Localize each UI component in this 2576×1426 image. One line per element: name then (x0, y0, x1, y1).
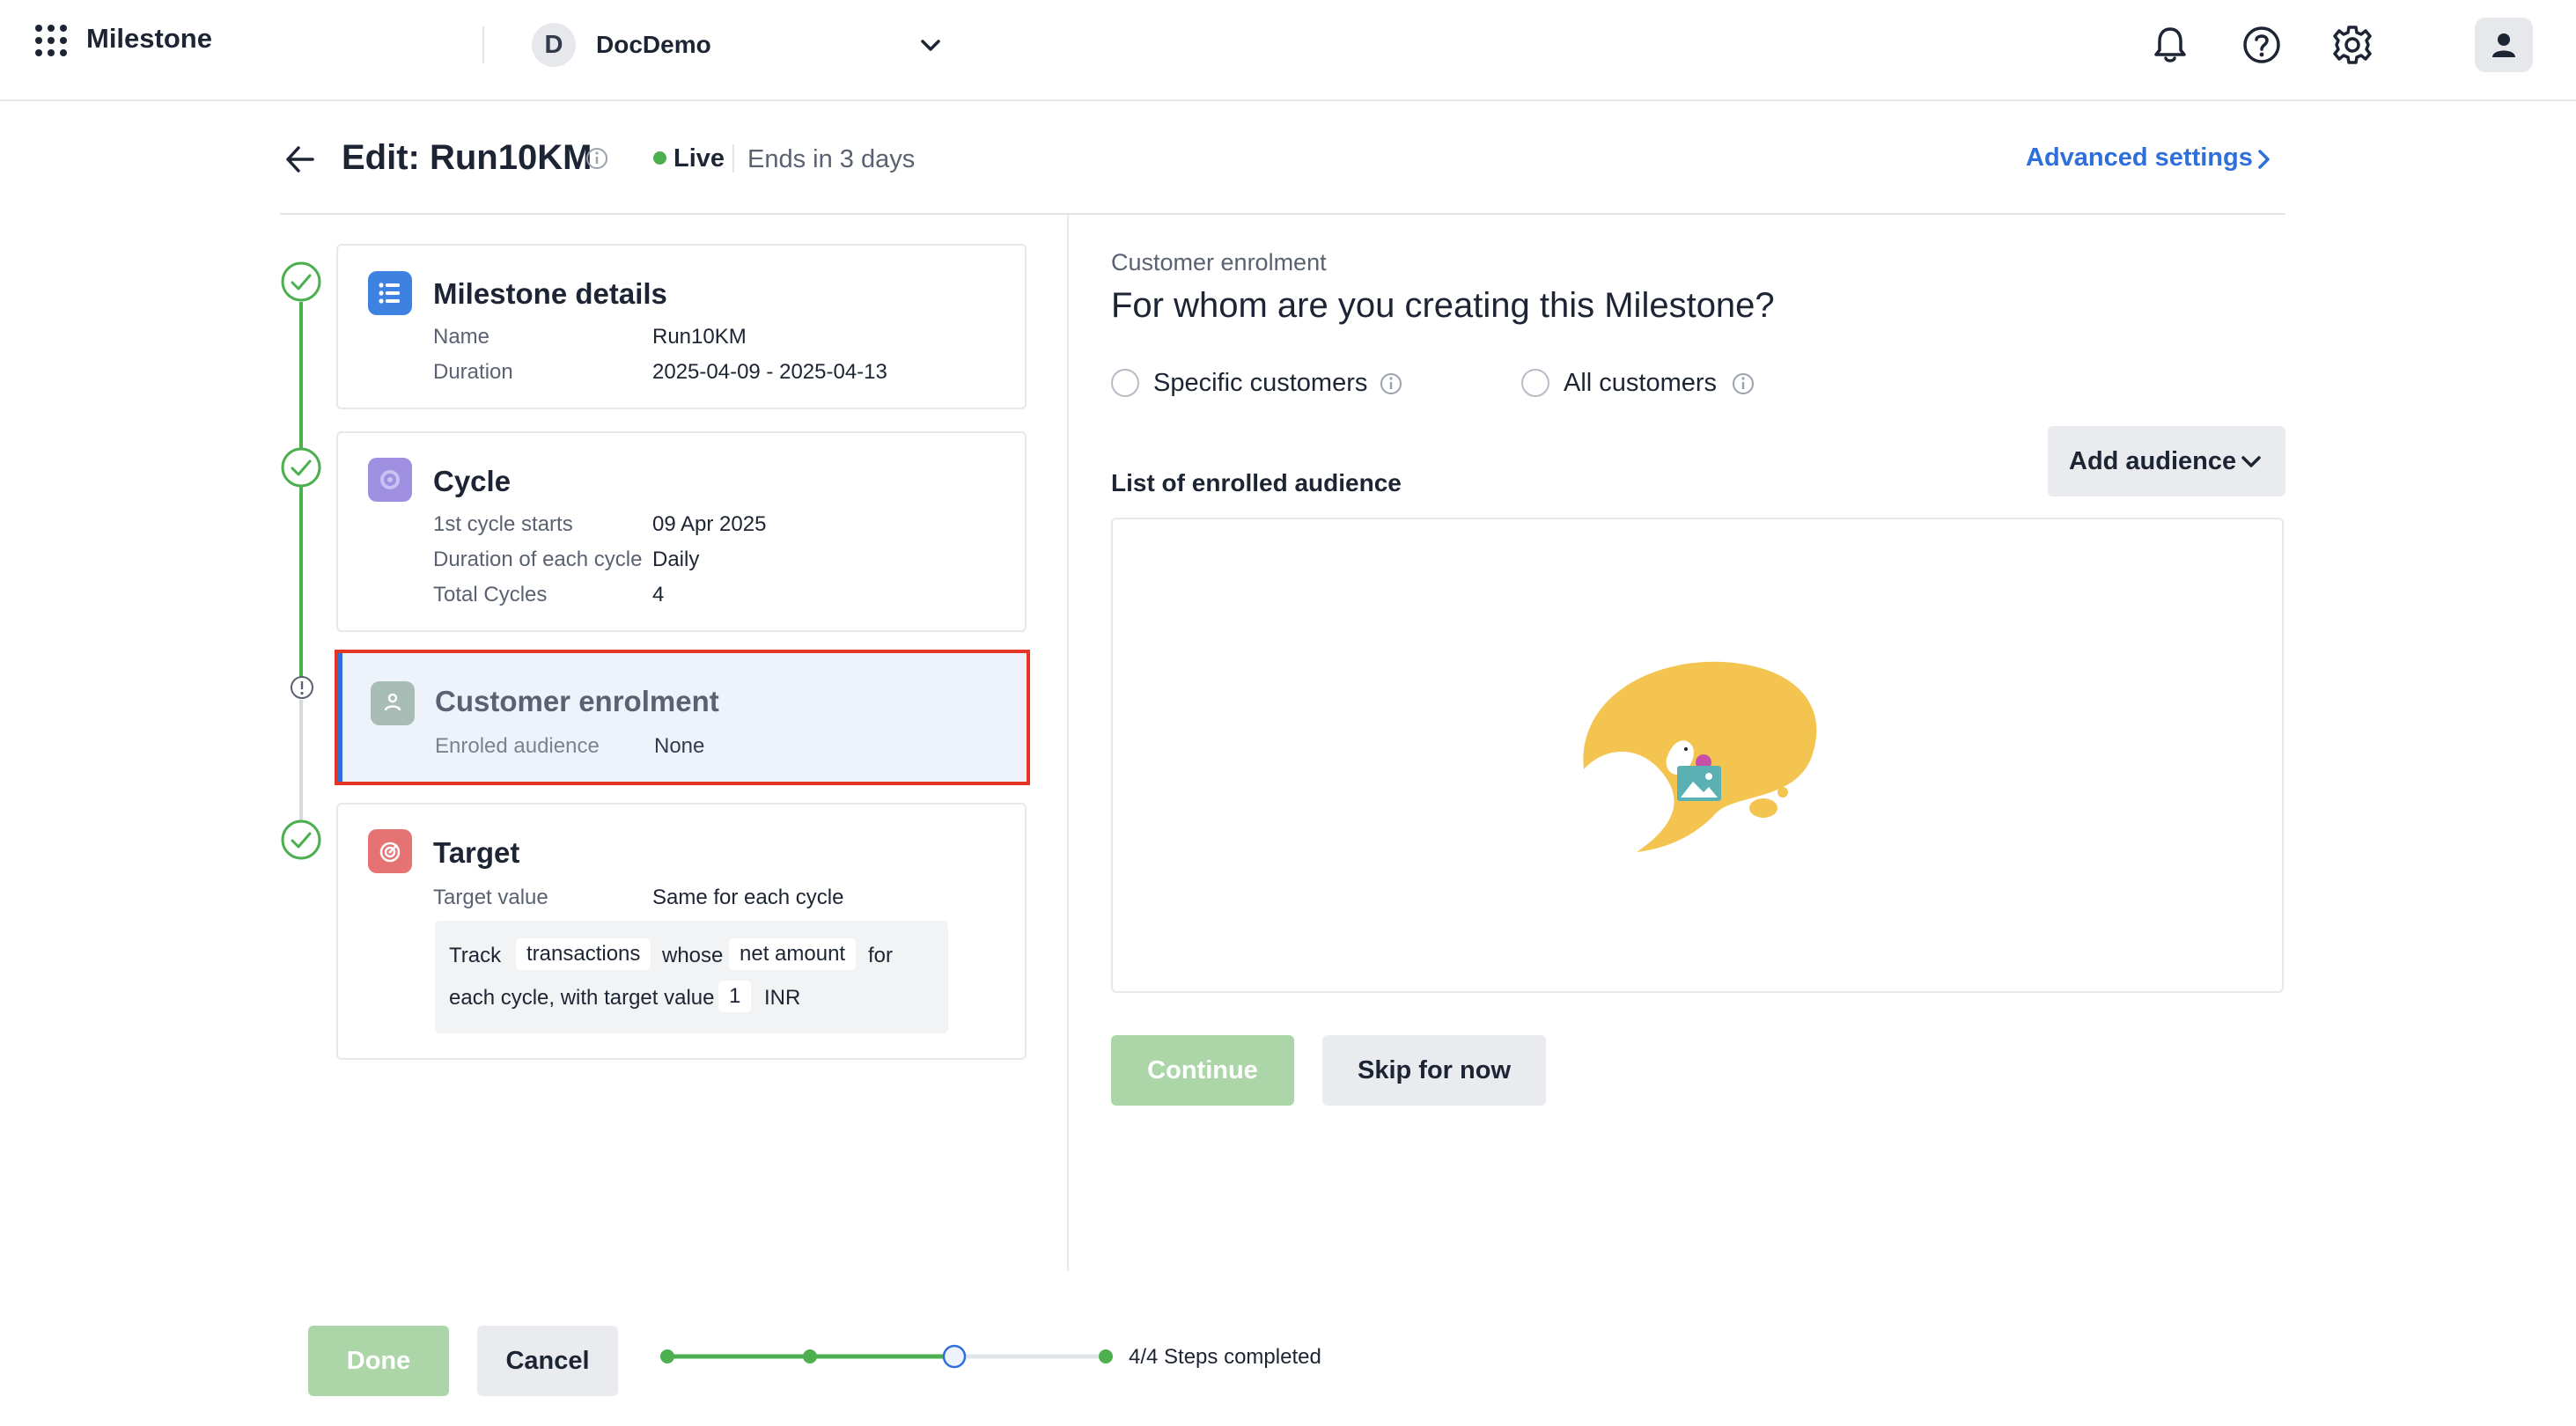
org-avatar[interactable]: D (532, 23, 576, 67)
progress-step-dot (1099, 1349, 1113, 1364)
enrolment-question: For whom are you creating this Milestone… (1111, 286, 1775, 325)
stepper-line-complete (299, 302, 303, 677)
radio-all-customers[interactable] (1521, 369, 1549, 397)
step-progress (660, 1344, 1113, 1369)
target-icon (368, 829, 412, 873)
chevron-down-icon (2241, 456, 2261, 467)
progress-step-dot (803, 1349, 817, 1364)
detail-label: Enroled audience (435, 734, 600, 758)
check-circle-icon (281, 261, 321, 302)
detail-value: 2025-04-09 - 2025-04-13 (652, 360, 887, 384)
info-icon[interactable] (1731, 371, 1755, 396)
step-card-milestone-details[interactable]: Milestone details Name Run10KM Duration … (336, 244, 1027, 409)
summary-chip: 1 (718, 981, 752, 1012)
summary-chip: transactions (516, 938, 651, 970)
continue-button[interactable]: Continue (1111, 1035, 1294, 1106)
done-button[interactable]: Done (308, 1326, 449, 1396)
status-badge: Live (673, 144, 725, 173)
detail-value: 4 (652, 583, 665, 606)
radio-label[interactable]: Specific customers (1153, 369, 1367, 398)
radio-specific-customers[interactable] (1111, 369, 1139, 397)
skip-for-now-button[interactable]: Skip for now (1322, 1035, 1546, 1106)
detail-label: Duration (433, 360, 513, 384)
page-title: Edit: Run10KM (342, 138, 592, 177)
progress-step-current (942, 1344, 967, 1369)
org-name[interactable]: DocDemo (596, 31, 711, 59)
add-audience-button[interactable]: Add audience (2048, 426, 2285, 496)
detail-value: Same for each cycle (652, 886, 844, 909)
step-title: Cycle (433, 465, 512, 497)
detail-label: Target value (433, 886, 548, 909)
topbar-divider (482, 26, 484, 63)
live-status-dot (653, 151, 666, 165)
detail-label: Name (433, 325, 490, 349)
detail-value: Daily (652, 548, 700, 571)
user-avatar[interactable] (2475, 18, 2533, 72)
summary-text: INR (764, 986, 801, 1010)
progress-step-dot (660, 1349, 674, 1364)
header-divider (280, 213, 2285, 215)
step-card-cycle[interactable]: Cycle 1st cycle starts 09 Apr 2025 Durat… (336, 431, 1027, 632)
step-card-customer-enrolment[interactable]: Customer enrolment Enroled audience None (335, 650, 1030, 785)
ends-in-label: Ends in 3 days (747, 145, 916, 173)
detail-label: Duration of each cycle (433, 548, 643, 571)
detail-label: Total Cycles (433, 583, 548, 606)
audience-list-title: List of enrolled audience (1111, 469, 1402, 496)
help-icon[interactable] (2240, 23, 2284, 67)
info-icon[interactable] (1379, 371, 1403, 396)
add-audience-label: Add audience (2069, 447, 2237, 475)
audience-icon (371, 681, 415, 725)
back-arrow-icon[interactable] (283, 143, 317, 176)
apps-grid-icon[interactable] (33, 23, 69, 58)
cancel-button[interactable]: Cancel (477, 1326, 618, 1396)
section-label: Customer enrolment (1111, 249, 1327, 276)
info-icon[interactable] (585, 146, 609, 171)
chevron-down-icon[interactable] (917, 32, 944, 58)
radio-label[interactable]: All customers (1564, 369, 1717, 398)
summary-chip: net amount (729, 938, 857, 970)
advanced-settings-link[interactable]: Advanced settings (2026, 143, 2253, 173)
summary-text: each cycle, with target value (449, 986, 715, 1010)
enrolled-audience-list (1111, 518, 2284, 993)
stepper-line-pending (299, 700, 303, 832)
step-title: Target (433, 836, 520, 869)
check-circle-icon (281, 447, 321, 488)
status-divider (732, 144, 734, 173)
detail-label: 1st cycle starts (433, 512, 573, 536)
steps-completed-label: 4/4 Steps completed (1129, 1345, 1321, 1369)
empty-state-illustration (1583, 661, 1817, 852)
top-bar: Milestone D DocDemo (0, 0, 2576, 101)
target-summary: Track transactions whose net amount for … (435, 921, 948, 1033)
cycle-icon (368, 458, 412, 502)
user-icon (2492, 33, 2515, 57)
step-title: Customer enrolment (435, 685, 719, 717)
bell-icon[interactable] (2148, 23, 2192, 67)
summary-text: for (868, 944, 894, 967)
alert-circle-icon (291, 676, 313, 699)
chevron-right-icon[interactable] (2250, 144, 2277, 174)
app-name: Milestone (86, 23, 212, 54)
detail-value: None (654, 734, 705, 758)
panel-divider (1067, 215, 1069, 1271)
check-circle-icon (281, 820, 321, 860)
detail-value: Run10KM (652, 325, 747, 349)
gear-icon[interactable] (2330, 23, 2374, 67)
step-card-target[interactable]: Target Target value Same for each cycle … (336, 803, 1027, 1060)
summary-text: whose (662, 944, 724, 967)
detail-value: 09 Apr 2025 (652, 512, 767, 536)
summary-text: Track (449, 944, 502, 967)
list-icon (368, 271, 412, 315)
step-title: Milestone details (433, 277, 667, 310)
